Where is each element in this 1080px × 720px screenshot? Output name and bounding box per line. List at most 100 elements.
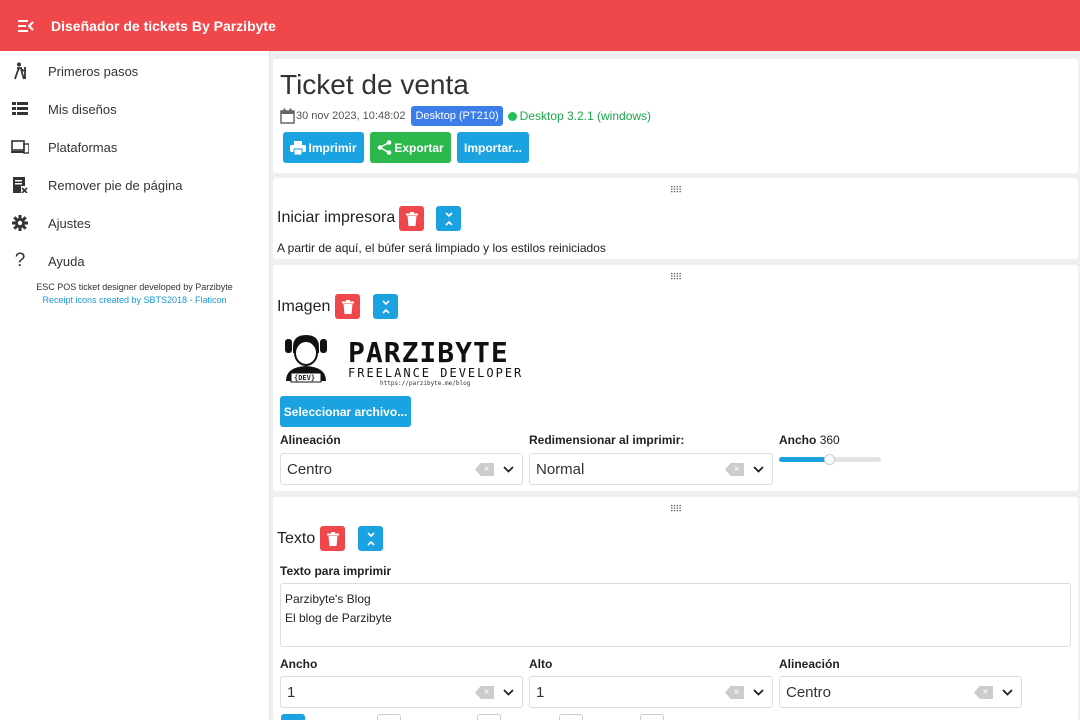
logo-dev-text: {DEV} [294,374,316,382]
sidebar-item-label: Remover pie de página [48,177,183,193]
print-button[interactable]: Imprimir [283,132,364,163]
chevron-down-icon[interactable] [752,462,764,476]
drag-handle-icon[interactable]: ⠿⠿ [273,186,1078,195]
text-width-select[interactable]: 1 × [280,676,523,708]
delete-block-button[interactable] [320,526,345,551]
resize-select[interactable]: Normal × [529,453,773,485]
sidebar-item-label: Primeros pasos [48,63,139,79]
text-input[interactable]: Parzibyte's Blog El blog de Parzibyte [280,583,1071,647]
drag-handle-icon[interactable]: ⠿⠿ [273,273,1078,282]
align-select[interactable]: Centro × [280,453,523,485]
bold-toggle[interactable] [281,714,305,720]
underline-toggle[interactable] [377,714,401,720]
delete-block-button[interactable] [399,206,424,231]
text-width-label: Ancho [280,657,318,671]
page-title: Ticket de venta [280,69,469,100]
receipt-remove-icon [11,176,29,194]
chevron-down-icon[interactable] [502,462,514,476]
trash-icon [341,299,354,314]
credits: ESC POS ticket designer developed by Par… [0,281,269,307]
text-line-1: Parzibyte's Blog [285,592,371,606]
status-dot-icon [507,111,517,121]
trash-icon [405,211,418,226]
text-align-label: Alineación [779,657,840,671]
ticket-date: 30 nov 2023, 10:48:02 [296,110,406,122]
clear-icon[interactable]: × [725,463,744,476]
block-title: Imagen [277,298,331,315]
printer-icon [290,140,307,155]
collapse-icon [381,299,390,314]
collapse-icon [366,531,375,546]
sidebar: Primeros pasos Mis diseños Plataformas R… [0,51,270,720]
text-width-value: 1 [287,683,296,701]
block-init-printer: ⠿⠿ Iniciar impresora A partir de aquí, e… [273,178,1078,259]
clear-icon[interactable]: × [974,686,993,699]
logo-name: PARZIBYTE [348,336,509,369]
app-title: Diseñador de tickets By Parzibyte [51,17,276,34]
sidebar-item-plataformas[interactable]: Plataformas [0,128,269,166]
designer-main: Ticket de venta 30 nov 2023, 10:48:02 De… [273,57,1078,720]
width-value: 360 [819,433,840,447]
align-label: Alineación [280,433,341,447]
credits-developer: ESC POS ticket designer developed by Par… [36,282,233,292]
gear-icon [11,214,29,232]
block-image: ⠿⠿ Imagen {DEV} PARZIBYTE FREELANCE DEVE… [273,265,1078,491]
share-icon [377,140,392,155]
sidebar-item-label: Mis diseños [48,101,117,117]
delete-block-button[interactable] [335,294,360,319]
question-icon: ? [14,250,26,271]
width-label: Ancho 360 [779,433,840,447]
text-height-label: Alto [529,657,553,671]
connection-status: Desktop 3.2.1 (windows) [507,109,652,123]
import-button[interactable]: Importar... [457,132,529,163]
app-bar: Diseñador de tickets By Parzibyte [0,0,1080,51]
devices-icon [11,138,29,156]
rotate-toggle[interactable] [640,714,664,720]
sidebar-item-primeros-pasos[interactable]: Primeros pasos [0,52,269,90]
chevron-down-icon[interactable] [502,685,514,699]
sidebar-item-mis-disenos[interactable]: Mis diseños [0,90,269,128]
text-line-2: El blog de Parzibyte [285,611,392,625]
clear-icon[interactable]: × [475,686,494,699]
sidebar-item-label: Ayuda [48,253,85,269]
menu-toggle-icon[interactable] [0,0,51,51]
printer-badge: Desktop (PT210) [411,106,503,126]
clear-icon[interactable]: × [475,463,494,476]
credits-icons-link[interactable]: Receipt icons created by SBTS2018 - Flat… [0,294,269,307]
calendar-icon [280,108,295,124]
width-slider-thumb[interactable] [824,454,835,465]
logo-subtitle: FREELANCE DEVELOPER [348,366,524,380]
ticket-meta: 30 nov 2023, 10:48:02 Desktop (PT210) De… [280,106,651,126]
width-slider-fill [779,457,830,462]
block-text: ⠿⠿ Texto Texto para imprimir Parzibyte's… [273,497,1078,720]
hiking-icon [11,62,29,80]
select-file-button[interactable]: Seleccionar archivo... [280,396,411,427]
chevron-down-icon[interactable] [1001,685,1013,699]
ticket-header-card: Ticket de venta 30 nov 2023, 10:48:02 De… [273,59,1078,173]
text-label: Texto para imprimir [280,564,392,578]
align-value: Centro [287,460,333,478]
status-text: Desktop 3.2.1 (windows) [519,109,652,123]
sidebar-item-remover-pie[interactable]: Remover pie de página [0,166,269,204]
sidebar-item-ayuda[interactable]: ? Ayuda [0,242,269,280]
text-height-select[interactable]: 1 × [529,676,773,708]
collapse-block-button[interactable] [373,294,398,319]
sidebar-item-label: Plataformas [48,139,118,155]
drag-handle-icon[interactable]: ⠿⠿ [273,505,1078,514]
text-align-value: Centro [786,683,832,701]
width-slider[interactable] [779,454,881,465]
resize-label: Redimensionar al imprimir: [529,433,685,447]
collapse-block-button[interactable] [436,206,461,231]
flip-toggle[interactable] [559,714,583,720]
block-description: A partir de aquí, el búfer será limpiado… [277,241,606,255]
resize-value: Normal [536,460,585,478]
text-align-select[interactable]: Centro × [779,676,1022,708]
sidebar-item-ajustes[interactable]: Ajustes [0,204,269,242]
invert-toggle[interactable] [477,714,501,720]
sidebar-item-label: Ajustes [48,215,91,231]
block-title: Iniciar impresora [277,209,396,226]
clear-icon[interactable]: × [725,686,744,699]
export-button[interactable]: Exportar [370,132,451,163]
chevron-down-icon[interactable] [752,685,764,699]
collapse-block-button[interactable] [358,526,383,551]
